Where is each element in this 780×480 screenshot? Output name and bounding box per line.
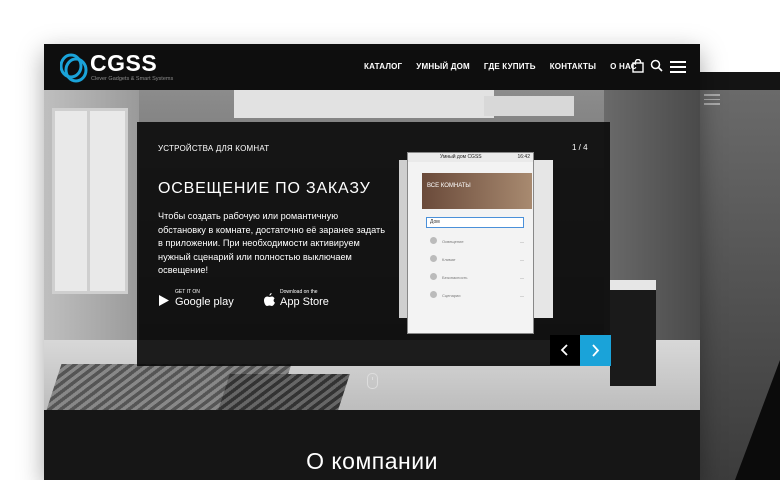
- logo[interactable]: CGSS Clever Gadgets & Smart Systems: [60, 50, 174, 84]
- search-icon[interactable]: [650, 59, 663, 72]
- slider-next-button[interactable]: [580, 335, 611, 366]
- phone-row-label: Безопасность: [442, 275, 468, 280]
- drop-icon: [430, 255, 437, 262]
- phone-row: Климат —: [430, 253, 526, 267]
- scroll-down-icon[interactable]: [367, 373, 378, 389]
- background-shape: [735, 360, 780, 480]
- google-play-icon: [159, 295, 169, 306]
- phone-banner: ВСЕ КОМНАТЫ: [422, 173, 532, 209]
- apple-icon: [264, 293, 275, 306]
- phone-app-title: Умный дом CGSS: [440, 154, 482, 160]
- main-nav: КАТАЛОГ УМНЫЙ ДОМ ГДЕ КУПИТЬ КОНТАКТЫ О …: [364, 62, 637, 71]
- phone-row-value: —: [520, 293, 524, 298]
- room-cabinet: [610, 280, 656, 386]
- slider-card: УСТРОЙСТВА ДЛЯ КОМНАТ 1 / 4 ОСВЕЩЕНИЕ ПО…: [137, 122, 611, 366]
- google-play-button[interactable]: GET IT ON Google play: [158, 288, 240, 312]
- phone-row-value: —: [520, 275, 524, 280]
- brand-tagline: Clever Gadgets & Smart Systems: [91, 76, 174, 82]
- phone-mockup: 16:42 Умный дом CGSS ВСЕ КОМНАТЫ Дом Осв…: [407, 152, 534, 334]
- about-title: О компании: [306, 448, 438, 474]
- room-rug: [218, 374, 350, 410]
- slide-kicker: УСТРОЙСТВА ДЛЯ КОМНАТ: [158, 144, 270, 153]
- phone-time: 16:42: [517, 154, 530, 160]
- phone-row: Освещение —: [430, 235, 526, 249]
- scene-icon: [430, 291, 437, 298]
- phone-banner-text: ВСЕ КОМНАТЫ: [427, 183, 471, 189]
- room-shelf: [484, 96, 574, 116]
- menu-icon[interactable]: [670, 61, 686, 76]
- about-section: О компании: [44, 410, 700, 480]
- phone-room-select: Дом: [426, 217, 524, 228]
- phone-row-value: —: [520, 257, 524, 262]
- background-menu-icon: [704, 94, 720, 108]
- brand-name: CGSS: [90, 50, 158, 76]
- room-shelf: [234, 90, 494, 118]
- slide-title: ОСВЕЩЕНИЕ ПО ЗАКАЗУ: [158, 180, 371, 197]
- slide-counter: 1 / 4: [572, 143, 588, 152]
- app-store-label: App Store: [280, 296, 329, 308]
- nav-catalog[interactable]: КАТАЛОГ: [364, 62, 402, 71]
- bag-icon[interactable]: [632, 59, 644, 73]
- phone-room-label: Дом: [430, 219, 440, 225]
- phone-row-label: Сценарии: [442, 293, 461, 298]
- phone-row-value: —: [520, 239, 524, 244]
- chevron-left-icon: [560, 344, 568, 356]
- slide-description: Чтобы создать рабочую или романтичную об…: [158, 211, 386, 275]
- hero-section: УСТРОЙСТВА ДЛЯ КОМНАТ 1 / 4 ОСВЕЩЕНИЕ ПО…: [44, 90, 700, 410]
- app-store-small: Download on the: [280, 289, 318, 295]
- chevron-right-icon: [592, 344, 600, 357]
- phone-row: Сценарии —: [430, 289, 526, 303]
- website-window: CGSS Clever Gadgets & Smart Systems КАТА…: [44, 44, 700, 480]
- google-play-small: GET IT ON: [175, 289, 200, 295]
- sensor-icon: [430, 273, 437, 280]
- app-store-button[interactable]: Download on the App Store: [263, 288, 345, 312]
- slider-prev-button[interactable]: [550, 335, 580, 365]
- navbar: CGSS Clever Gadgets & Smart Systems КАТА…: [44, 44, 700, 90]
- phone-row: Безопасность —: [430, 271, 526, 285]
- nav-where-to-buy[interactable]: ГДЕ КУПИТЬ: [484, 62, 536, 71]
- nav-contacts[interactable]: КОНТАКТЫ: [550, 62, 596, 71]
- room-window: [52, 108, 128, 294]
- phone-row-label: Освещение: [442, 239, 464, 244]
- google-play-label: Google play: [175, 296, 234, 308]
- phone-row-label: Климат: [442, 257, 456, 262]
- logo-icon: [60, 53, 88, 83]
- nav-smart-home[interactable]: УМНЫЙ ДОМ: [416, 62, 470, 71]
- bulb-icon: [430, 237, 437, 244]
